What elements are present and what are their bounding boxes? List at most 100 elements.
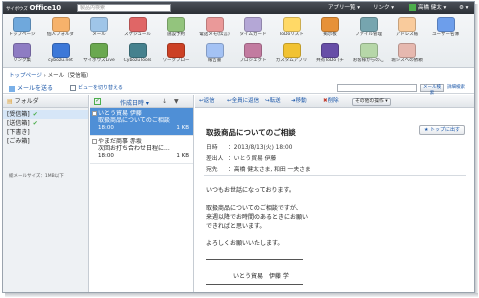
app-icon-glyph: [205, 17, 224, 32]
app-icon-14[interactable]: cybozu.net: [45, 43, 77, 67]
app-label: 掲示板: [323, 32, 337, 37]
app-label: 報告書: [207, 58, 222, 63]
body-line: いつもお世話になっております。: [206, 187, 295, 194]
app-icon-glyph: [282, 17, 301, 32]
filter-icon[interactable]: ▼: [174, 98, 179, 105]
forward-button[interactable]: ↪転送: [265, 95, 281, 108]
product-search-input[interactable]: 製品内検索: [77, 4, 171, 12]
app-icon-8[interactable]: ToDoリスト: [276, 17, 308, 41]
app-icon-7[interactable]: タイムカード: [237, 17, 269, 41]
breadcrumb-home[interactable]: トップページ: [9, 73, 42, 79]
mail-search-input[interactable]: [337, 84, 417, 92]
app-icon-grid: トップページ 個人フォルダ メール スケジュール 施設予約 電話メモ(伝言) タイムカード T…: [3, 14, 474, 68]
check-icon: ✔: [32, 111, 38, 118]
app-icon-2[interactable]: 個人フォルダ: [45, 17, 77, 41]
pin-to-top-button[interactable]: ★ トップに出す: [419, 125, 465, 135]
list-item[interactable]: いとう貿易 伊藤 取扱商品についてのご相談 18:00 1 KB: [90, 108, 193, 136]
app-icon-6[interactable]: 電話メモ(伝言): [199, 17, 231, 41]
app-icon-1[interactable]: トップページ: [6, 17, 38, 41]
app-label: トップページ: [8, 32, 36, 37]
body-line: 来週以降でお時間のあるときにお願い: [206, 214, 309, 221]
app-icon-9[interactable]: 掲示板: [314, 17, 346, 41]
reading-pane: ↩返信 ↩全員に返信 ↪転送 ➜移動 ✖削除 その他の操作 ▾ 取扱商品について…: [195, 95, 474, 292]
app-label: ToDoリスト: [279, 32, 304, 37]
message-list: ✔ 作成日時 ▾ ↓ ▼ いとう貿易 伊藤 取扱商品についてのご相談 18:00…: [90, 95, 194, 292]
app-label: 共有ToDo (チ: [316, 58, 344, 63]
app-icon-23[interactable]: 堀シスへの依頼: [391, 43, 423, 67]
folder-drafts[interactable]: [下書き]: [3, 128, 88, 137]
app-label: プロジェクト: [239, 58, 267, 63]
move-button[interactable]: ➜移動: [291, 95, 307, 108]
app-label: タイムカード: [239, 32, 267, 37]
app-icon-4[interactable]: スケジュール: [122, 17, 154, 41]
app-icon-22[interactable]: お客様からのご: [353, 43, 385, 67]
app-icon-glyph: [321, 17, 339, 32]
app-icon-21[interactable]: 共有ToDo (チ: [314, 43, 346, 67]
reply-button[interactable]: ↩返信: [199, 95, 215, 108]
body-line: 取扱商品についてのご相談ですが、: [206, 205, 302, 212]
top-bar: サイボウズ Office10 製品内検索 アプリ一覧 ▾ リンク ▾ 高橋 健太 …: [3, 2, 474, 14]
mail-search-button[interactable]: メール検索: [420, 84, 444, 96]
folder-header[interactable]: ▤ フォルダ: [3, 95, 88, 108]
app-icon-13[interactable]: リンク集: [6, 43, 38, 67]
app-label: 個人フォルダ: [47, 32, 74, 37]
app-icon-11[interactable]: アドレス帳: [391, 17, 423, 41]
signature-rule: [206, 259, 303, 260]
app-icon-glyph: [359, 43, 378, 58]
links-menu[interactable]: リンク ▾: [373, 4, 394, 12]
app-icon-10[interactable]: ファイル管理: [353, 17, 385, 41]
view-icon: [70, 84, 76, 91]
message-toolbar: ↩返信 ↩全員に返信 ↪転送 ➜移動 ✖削除 その他の操作 ▾: [195, 95, 474, 108]
message-date: 日時 ：2013/8/13(火) 18:00: [206, 145, 293, 151]
app-icon-glyph: [436, 17, 455, 32]
switch-view-button[interactable]: ビューを切り替える: [70, 84, 123, 91]
select-all-checkbox[interactable]: ✔: [94, 98, 101, 105]
user-avatar-icon: [409, 4, 416, 11]
delete-button[interactable]: ✖削除: [323, 95, 339, 108]
detail-search-link[interactable]: 詳細検索: [447, 84, 465, 90]
sort-by-date-button[interactable]: 作成日時 ▾: [120, 98, 149, 107]
send-mail-button[interactable]: メールを送る: [9, 83, 53, 92]
folder-inbox[interactable]: [受信箱] ✔: [3, 110, 88, 119]
app-icon-19[interactable]: プロジェクト: [237, 43, 269, 67]
app-window: サイボウズ Office10 製品内検索 アプリ一覧 ▾ リンク ▾ 高橋 健太 …: [2, 1, 475, 293]
app-icon-glyph: [282, 43, 301, 58]
app-icon-glyph: [205, 43, 224, 58]
message-to: 宛先 ：高橋 健太さま, 和田 一夫さま: [206, 167, 311, 173]
app-icon-15[interactable]: サイボウズLive: [83, 43, 115, 67]
window-shadow: [475, 4, 478, 294]
folder-trash[interactable]: [ごみ箱]: [3, 137, 88, 146]
app-icon-18[interactable]: 報告書: [199, 43, 231, 67]
folder-sent[interactable]: [送信箱] ✔: [3, 119, 88, 128]
app-label: 堀シスへの依頼: [391, 58, 423, 63]
reply-all-button[interactable]: ↩全員に返信: [227, 95, 259, 108]
message-checkbox[interactable]: [92, 111, 97, 116]
message-checkbox[interactable]: [92, 139, 97, 144]
sort-down-icon[interactable]: ↓: [162, 98, 167, 105]
app-icon-20[interactable]: カスタムアプリ: [276, 43, 308, 67]
app-label: メール: [92, 32, 106, 37]
list-header: ✔ 作成日時 ▾ ↓ ▼: [90, 95, 193, 108]
app-label: リンク集: [13, 58, 31, 63]
app-icon-glyph: [13, 17, 31, 32]
app-list-menu[interactable]: アプリ一覧 ▾: [328, 4, 360, 12]
message-subject: 取扱商品についてのご相談: [206, 128, 296, 137]
settings-menu[interactable]: ⚙ ▾: [459, 4, 468, 12]
divider: [204, 175, 466, 176]
list-item[interactable]: やまだ商事 赤坂 次回お打ち合わせ日程に... 18:00 1 KB: [90, 136, 193, 164]
app-icon-glyph: [13, 43, 31, 58]
user-menu[interactable]: 高橋 健太 ▾: [409, 4, 446, 12]
app-icon-glyph: [321, 43, 339, 58]
app-icon-17[interactable]: ワークフロー: [160, 43, 192, 67]
breadcrumb-current: メール（受信箱）: [47, 73, 92, 79]
app-label: ユーザー名簿: [432, 32, 459, 37]
app-icon-16[interactable]: CybozuTools: [122, 43, 154, 67]
other-operations-button[interactable]: その他の操作 ▾: [352, 98, 391, 106]
app-icon-5[interactable]: 施設予約: [160, 17, 192, 41]
app-icon-3[interactable]: メール: [83, 17, 115, 41]
folder-pane: ▤ フォルダ [受信箱] ✔ [送信箱] ✔ [下書き] [ごみ箱] 総メールサイズ…: [3, 95, 89, 292]
logo[interactable]: サイボウズ Office10: [6, 4, 61, 12]
signature-rule: [206, 284, 303, 285]
app-icon-glyph: [359, 17, 378, 32]
app-icon-12[interactable]: ユーザー名簿: [430, 17, 462, 41]
